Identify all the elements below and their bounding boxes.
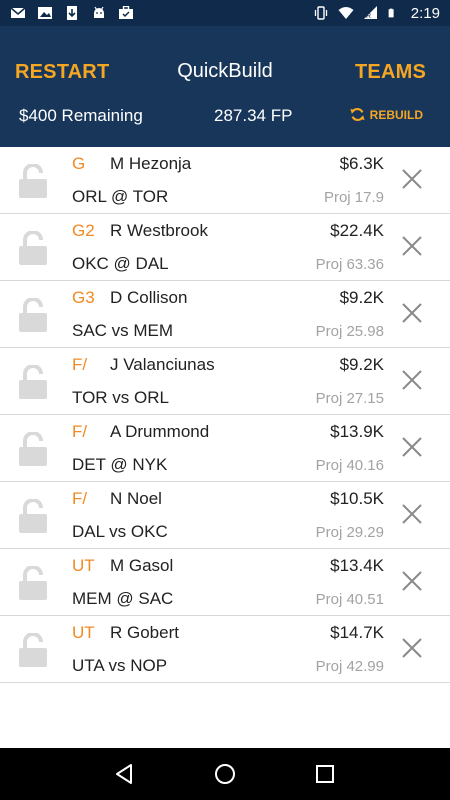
player-matchup: ORL @ TOR — [72, 187, 169, 206]
player-matchup: SAC vs MEM — [72, 321, 174, 340]
cellular-icon: R — [363, 6, 377, 20]
player-salary: $9.2K — [339, 288, 384, 307]
close-icon[interactable] — [401, 302, 423, 324]
player-salary: $6.3K — [339, 154, 384, 173]
close-icon[interactable] — [401, 168, 423, 190]
app-header: RESTART QuickBuild TEAMS $400 Remaining … — [0, 26, 450, 147]
player-name: M Gasol — [110, 556, 174, 575]
rebuild-button[interactable]: REBUILD — [349, 106, 423, 123]
player-matchup: OKC @ DAL — [72, 254, 169, 273]
player-matchup: DET @ NYK — [72, 455, 168, 474]
home-icon[interactable] — [213, 762, 237, 786]
player-projection: Proj 27.15 — [315, 390, 384, 407]
player-row[interactable]: UT R Gobert UTA vs NOP $14.7K Proj 42.99 — [0, 616, 450, 683]
wifi-icon — [338, 7, 354, 19]
player-projection: Proj 17.9 — [323, 189, 384, 206]
player-position: F/ — [72, 422, 88, 441]
player-projection: Proj 63.36 — [315, 256, 384, 273]
player-name: D Collison — [110, 288, 188, 307]
player-salary: $14.7K — [330, 623, 384, 642]
battery-icon — [388, 8, 394, 18]
close-icon[interactable] — [401, 436, 423, 458]
teams-button[interactable]: TEAMS — [355, 61, 426, 84]
close-icon[interactable] — [401, 503, 423, 525]
player-row[interactable]: G3 D Collison SAC vs MEM $9.2K Proj 25.9… — [0, 281, 450, 348]
player-name: M Hezonja — [110, 154, 192, 173]
unlocked-lock-icon[interactable] — [17, 298, 49, 332]
image-icon — [38, 7, 52, 19]
player-position: UT — [72, 623, 95, 642]
player-projection: Proj 40.16 — [315, 457, 384, 474]
unlocked-lock-icon[interactable] — [17, 566, 49, 600]
system-icons: R 2:19 — [313, 5, 440, 22]
player-position: F/ — [72, 489, 88, 508]
unlocked-lock-icon[interactable] — [17, 164, 49, 198]
rebuild-label: REBUILD — [369, 107, 423, 122]
recents-icon[interactable] — [313, 762, 337, 786]
system-nav-bar — [0, 748, 450, 800]
player-salary: $9.2K — [339, 355, 384, 374]
player-position: F/ — [72, 355, 88, 374]
player-matchup: TOR vs ORL — [72, 388, 169, 407]
player-salary: $10.5K — [330, 489, 384, 508]
notification-icons — [10, 6, 134, 20]
player-name: R Westbrook — [110, 221, 208, 240]
player-salary: $13.4K — [330, 556, 384, 575]
close-icon[interactable] — [401, 369, 423, 391]
player-salary: $13.9K — [330, 422, 384, 441]
player-row[interactable]: G2 R Westbrook OKC @ DAL $22.4K Proj 63.… — [0, 214, 450, 281]
player-row[interactable]: UT M Gasol MEM @ SAC $13.4K Proj 40.51 — [0, 549, 450, 616]
clock: 2:19 — [410, 4, 440, 22]
player-projection: Proj 40.51 — [315, 591, 384, 608]
player-matchup: UTA vs NOP — [72, 656, 168, 675]
player-name: R Gobert — [110, 623, 179, 642]
player-projection: Proj 25.98 — [315, 323, 384, 340]
salary-remaining: $400 Remaining — [19, 106, 143, 125]
player-matchup: DAL vs OKC — [72, 522, 168, 541]
player-position: G2 — [72, 221, 95, 240]
unlocked-lock-icon[interactable] — [17, 365, 49, 399]
player-projection: Proj 29.29 — [315, 524, 384, 541]
player-row[interactable]: F/ A Drummond DET @ NYK $13.9K Proj 40.1… — [0, 415, 450, 482]
back-icon[interactable] — [113, 762, 137, 786]
fantasy-points-total: 287.34 FP — [214, 106, 293, 125]
player-name: A Drummond — [110, 422, 210, 441]
unlocked-lock-icon[interactable] — [17, 432, 49, 466]
close-icon[interactable] — [401, 235, 423, 257]
player-list: G M Hezonja ORL @ TOR $6.3K Proj 17.9 G2… — [0, 147, 450, 683]
player-name: N Noel — [110, 489, 162, 508]
player-name: J Valanciunas — [110, 355, 215, 374]
status-bar: R 2:19 — [0, 0, 450, 26]
player-position: G3 — [72, 288, 95, 307]
player-matchup: MEM @ SAC — [72, 589, 174, 608]
player-position: G — [72, 154, 86, 173]
unlocked-lock-icon[interactable] — [17, 231, 49, 265]
close-icon[interactable] — [401, 570, 423, 592]
player-row[interactable]: F/ N Noel DAL vs OKC $10.5K Proj 29.29 — [0, 482, 450, 549]
player-row[interactable]: F/ J Valanciunas TOR vs ORL $9.2K Proj 2… — [0, 348, 450, 415]
download-icon — [67, 6, 77, 20]
player-salary: $22.4K — [330, 221, 384, 240]
player-position: UT — [72, 556, 95, 575]
gmail-icon — [10, 7, 26, 18]
unlocked-lock-icon[interactable] — [17, 499, 49, 533]
briefcase-icon — [119, 6, 133, 19]
vibrate-icon — [314, 6, 327, 20]
player-row[interactable]: G M Hezonja ORL @ TOR $6.3K Proj 17.9 — [0, 147, 450, 214]
android-icon — [94, 6, 104, 18]
unlocked-lock-icon[interactable] — [17, 633, 49, 667]
player-projection: Proj 42.99 — [315, 658, 384, 675]
refresh-icon — [350, 108, 365, 121]
svg-text:R: R — [366, 13, 371, 20]
close-icon[interactable] — [401, 637, 423, 659]
